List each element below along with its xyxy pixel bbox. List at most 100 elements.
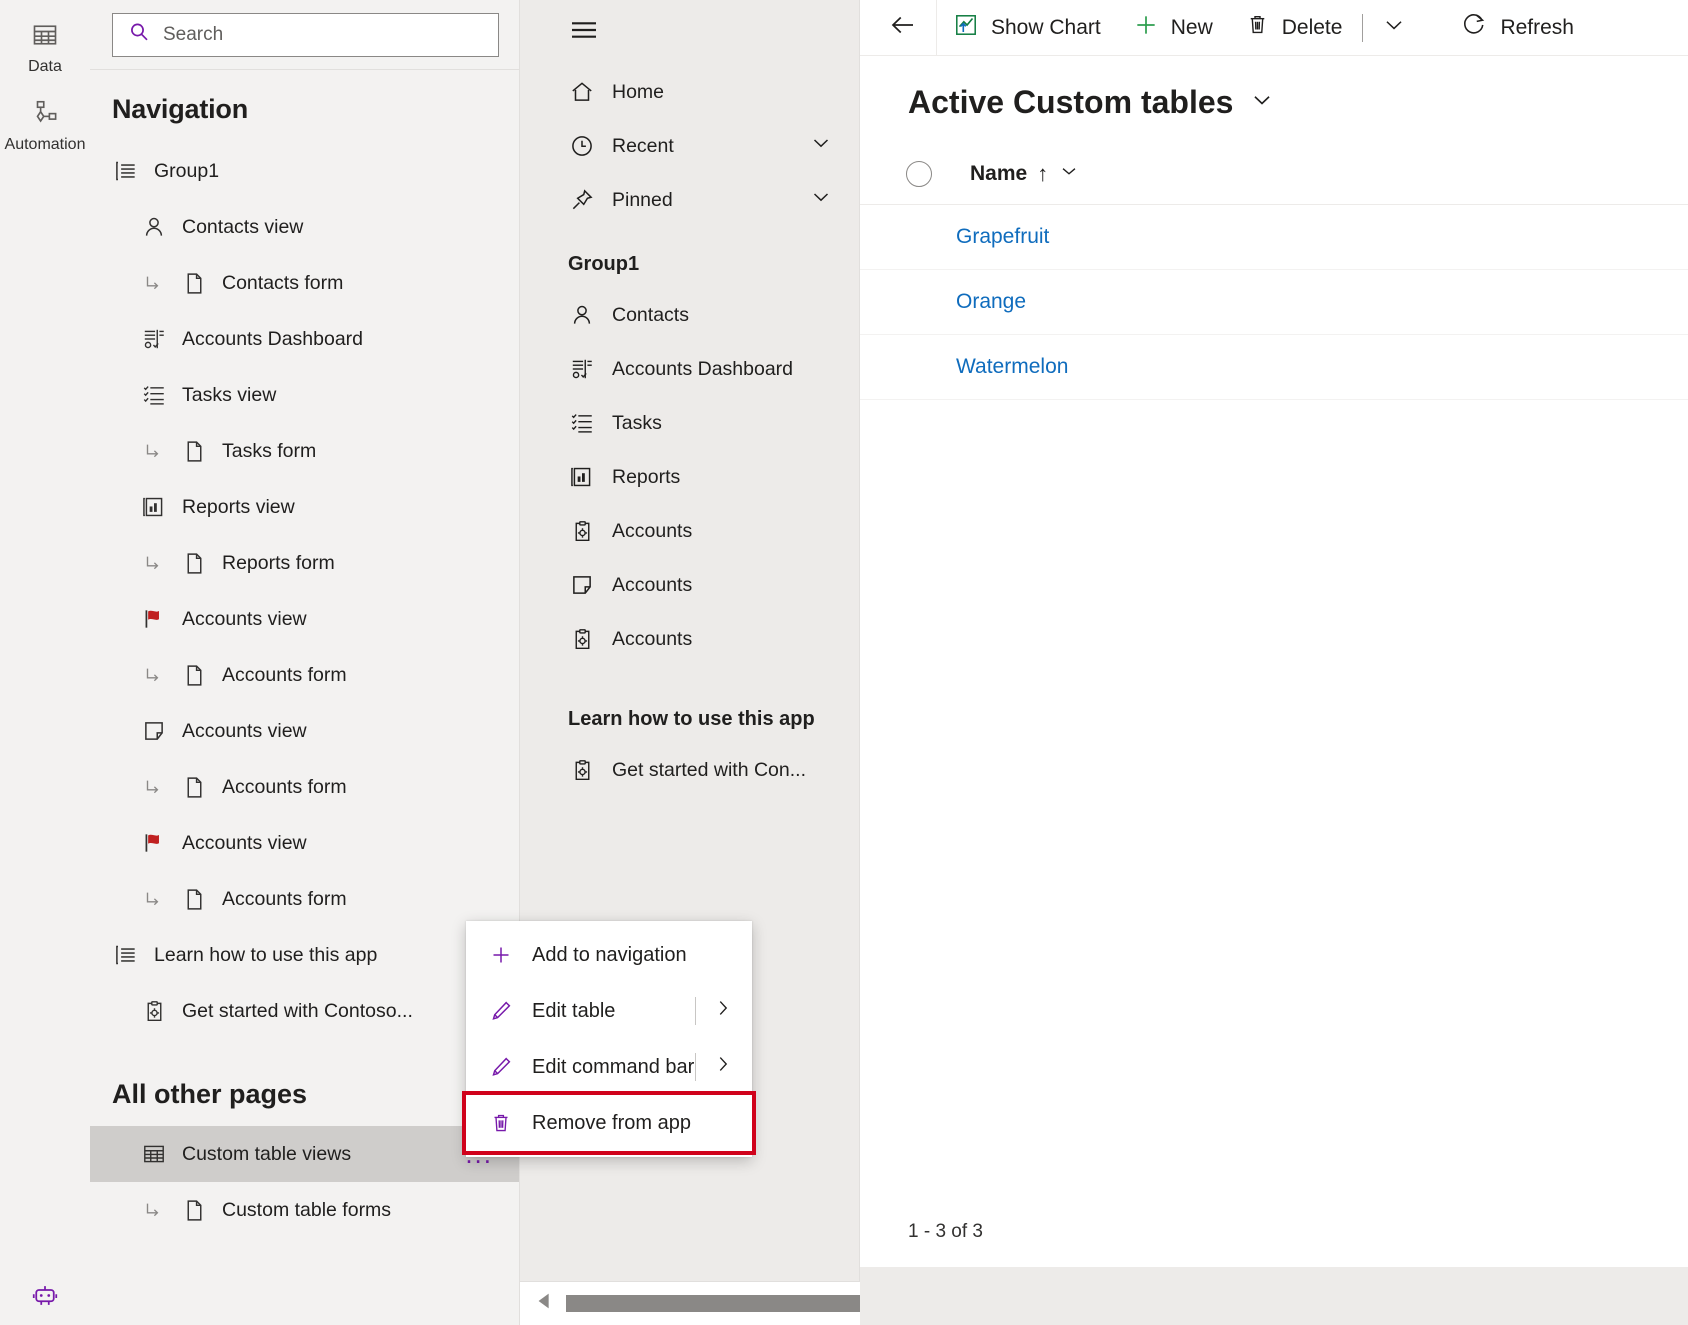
sitemap-item-get-started[interactable]: Get started with Con...: [520, 743, 859, 797]
record-link[interactable]: Watermelon: [956, 355, 1068, 379]
rail-item-automation[interactable]: Automation: [0, 90, 90, 168]
menu-item-edit-table[interactable]: Edit table: [466, 983, 752, 1039]
sitemap-item-tasks[interactable]: Tasks: [520, 396, 859, 450]
table-row[interactable]: Orange: [860, 270, 1688, 335]
new-button[interactable]: New: [1117, 0, 1229, 56]
nav-item-accounts-form-3[interactable]: Accounts form: [90, 871, 519, 927]
sitemap-item-accounts-2[interactable]: Accounts: [520, 558, 859, 612]
contact-person-icon: [568, 302, 596, 328]
select-all-checkbox[interactable]: [906, 160, 932, 187]
command-overflow-button[interactable]: [1367, 0, 1421, 56]
chevron-down-icon: [1381, 12, 1407, 43]
trash-icon: [488, 1111, 514, 1135]
view-selector[interactable]: Active Custom tables: [860, 56, 1688, 143]
scrollbar-thumb[interactable]: [566, 1295, 860, 1312]
table-row[interactable]: Watermelon: [860, 335, 1688, 400]
contact-person-icon: [140, 213, 168, 241]
form-page-icon: [180, 1196, 208, 1224]
dashboard-icon: [568, 356, 596, 382]
nav-item-accounts-form-1[interactable]: Accounts form: [90, 647, 519, 703]
command-label: Refresh: [1500, 15, 1574, 39]
record-link[interactable]: Orange: [956, 290, 1026, 314]
show-chart-button[interactable]: Show Chart: [937, 0, 1117, 56]
content-footer: [860, 1267, 1688, 1325]
copilot-bot-icon[interactable]: [0, 1283, 90, 1313]
nav-item-contacts-view[interactable]: Contacts view: [90, 199, 519, 255]
scroll-left-arrow-icon[interactable]: [534, 1290, 556, 1317]
nav-item-custom-table-forms[interactable]: Custom table forms: [90, 1182, 519, 1238]
record-link[interactable]: Grapefruit: [956, 225, 1049, 249]
chevron-down-icon[interactable]: [809, 185, 833, 215]
menu-item-label: Edit command bar: [532, 1055, 695, 1078]
nav-item-reports-view[interactable]: Reports view: [90, 479, 519, 535]
menu-item-add-to-navigation[interactable]: Add to navigation: [466, 927, 752, 983]
table-row[interactable]: Grapefruit: [860, 205, 1688, 270]
sitemap-item-home[interactable]: Home: [520, 65, 859, 119]
trash-icon: [1245, 12, 1270, 43]
delete-button[interactable]: Delete: [1229, 0, 1359, 56]
search-icon: [127, 20, 151, 49]
nav-item-custom-table-views[interactable]: Custom table views ...: [90, 1126, 519, 1182]
app-root: Data Automation Search Navigation Group1…: [0, 0, 1688, 1325]
menu-item-remove-from-app[interactable]: Remove from app: [462, 1091, 756, 1155]
view-title: Active Custom tables: [908, 84, 1234, 120]
nav-item-contacts-form[interactable]: Contacts form: [90, 255, 519, 311]
column-header-name[interactable]: Name ↑: [970, 160, 1080, 188]
nav-item-tasks-form[interactable]: Tasks form: [90, 423, 519, 479]
chevron-right-icon[interactable]: [712, 1053, 734, 1081]
sitemap-item-reports[interactable]: Reports: [520, 450, 859, 504]
nav-item-label: Custom table forms: [222, 1198, 392, 1221]
nav-item-accounts-view-3[interactable]: Accounts view: [90, 815, 519, 871]
sitemap-item-label: Pinned: [612, 188, 673, 211]
pencil-icon: [488, 1055, 514, 1079]
clipboard-gear-icon: [568, 758, 596, 783]
content-panel: Show Chart New Delete Refresh Active Cus…: [860, 0, 1688, 1325]
menu-item-edit-command-bar[interactable]: Edit command bar: [466, 1039, 752, 1095]
pin-icon: [568, 187, 596, 213]
nav-item-group1[interactable]: Group1: [90, 143, 519, 199]
sitemap-item-label: Accounts: [612, 627, 693, 650]
home-icon: [568, 79, 596, 105]
nav-item-label: Learn how to use this app: [154, 943, 378, 966]
nav-item-reports-form[interactable]: Reports form: [90, 535, 519, 591]
sitemap-item-contacts[interactable]: Contacts: [520, 288, 859, 342]
report-chart-icon: [140, 493, 168, 521]
red-flag-icon: [140, 829, 168, 857]
nav-item-accounts-view-1[interactable]: Accounts view: [90, 591, 519, 647]
nav-item-accounts-view-2[interactable]: Accounts view: [90, 703, 519, 759]
back-button[interactable]: [870, 0, 936, 56]
sitemap-item-label: Recent: [612, 134, 674, 157]
form-page-icon: [180, 549, 208, 577]
folder-open-icon: [568, 572, 596, 598]
horizontal-scrollbar[interactable]: [520, 1281, 860, 1325]
hamburger-icon[interactable]: [520, 4, 859, 65]
dashboard-icon: [140, 325, 168, 353]
chevron-down-icon[interactable]: [1058, 160, 1080, 188]
clock-icon: [568, 133, 596, 159]
rail-item-data[interactable]: Data: [0, 12, 90, 90]
nav-item-label: Contacts form: [222, 271, 344, 294]
refresh-button[interactable]: Refresh: [1445, 0, 1590, 56]
sitemap-item-label: Accounts: [612, 519, 693, 542]
sitemap-item-recent[interactable]: Recent: [520, 119, 859, 173]
nav-item-get-started[interactable]: Get started with Contoso...: [90, 983, 519, 1039]
chevron-down-icon[interactable]: [1249, 87, 1275, 118]
nav-item-accounts-dashboard[interactable]: Accounts Dashboard: [90, 311, 519, 367]
search-area: Search: [90, 0, 519, 70]
nav-item-accounts-form-2[interactable]: Accounts form: [90, 759, 519, 815]
chevron-right-icon[interactable]: [712, 997, 734, 1025]
sitemap-item-accounts-1[interactable]: Accounts: [520, 504, 859, 558]
sitemap-group-title-learn: Learn how to use this app: [568, 708, 815, 730]
search-input[interactable]: Search: [112, 12, 499, 57]
command-bar: Show Chart New Delete Refresh: [860, 0, 1688, 56]
nav-item-tasks-view[interactable]: Tasks view: [90, 367, 519, 423]
nav-item-label: Contacts view: [182, 215, 304, 238]
automation-flow-icon: [30, 98, 60, 128]
chevron-down-icon[interactable]: [809, 131, 833, 161]
nav-item-learn-group[interactable]: Learn how to use this app: [90, 927, 519, 983]
group-list-icon: [112, 157, 140, 185]
menu-item-label: Add to navigation: [532, 943, 687, 966]
sitemap-item-accounts-dashboard[interactable]: Accounts Dashboard: [520, 342, 859, 396]
sitemap-item-pinned[interactable]: Pinned: [520, 173, 859, 227]
sitemap-item-accounts-3[interactable]: Accounts: [520, 612, 859, 666]
